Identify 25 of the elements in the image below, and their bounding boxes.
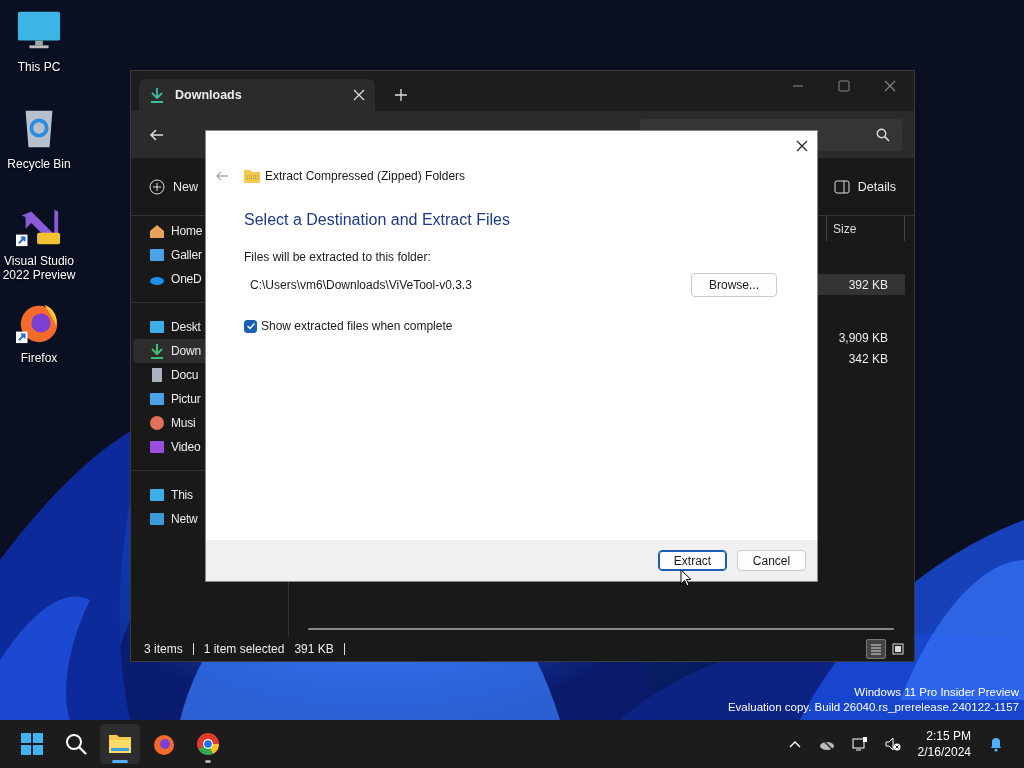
sidebar-label: Home: [171, 224, 203, 238]
dialog-title: Extract Compressed (Zipped) Folders: [265, 169, 466, 183]
size-cell: 342 KB: [848, 351, 888, 366]
date-text: 2/16/2024: [917, 744, 971, 760]
status-text: 391 KB: [294, 641, 334, 656]
sidebar-label: Galler: [171, 248, 202, 262]
sidebar-label: Musi: [171, 416, 196, 430]
sidebar-label: Docu: [171, 368, 199, 382]
status-text: 3 items: [144, 641, 183, 656]
sidebar-label: Video: [171, 440, 201, 454]
dialog-heading: Select a Destination and Extract Files: [244, 211, 511, 229]
sidebar-label: OneD: [171, 272, 202, 286]
sidebar-label: Down: [171, 344, 201, 358]
folder-label: Files will be extracted to this folder:: [244, 250, 432, 264]
time-text: 2:15 PM: [926, 728, 971, 744]
sidebar-label: Netw: [171, 512, 198, 526]
edition-notice: Evaluation copy. Build 26040.rs_prerelease.240122-1157: [727, 700, 1019, 715]
sidebar-label: Deskt: [171, 320, 201, 334]
tab-label: Downloads: [175, 88, 243, 102]
sidebar-label: This: [171, 488, 193, 502]
edition-notice: Windows 11 Pro Insider Preview: [854, 685, 1019, 700]
sidebar-label: Pictur: [171, 392, 201, 406]
size-cell: 392 KB: [848, 277, 888, 292]
status-text: 1 item selected: [203, 641, 285, 656]
destination-path: C:\Users\vm6\Downloads\ViVeTool-v0.3.3: [250, 278, 472, 292]
